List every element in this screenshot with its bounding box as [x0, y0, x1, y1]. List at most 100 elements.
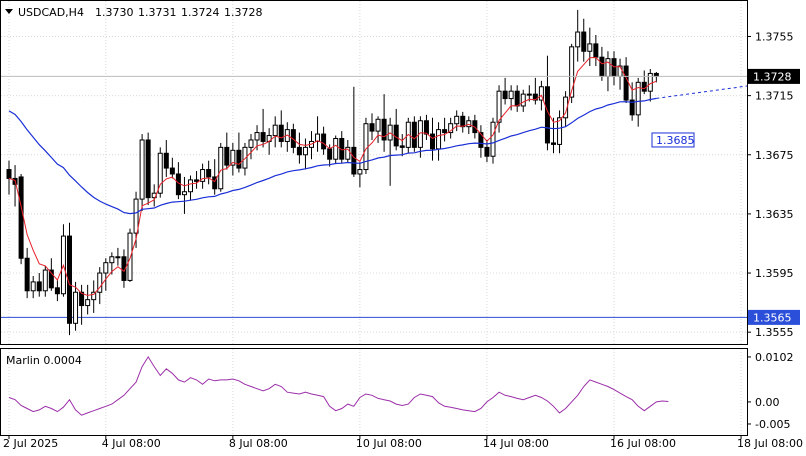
candle-body [260, 132, 266, 142]
ma-value-label[interactable]: 1.3685 [651, 132, 695, 148]
candle-body [133, 198, 139, 234]
candle-body [526, 93, 532, 96]
ma-value-text: 1.3685 [656, 134, 695, 147]
candle-body [430, 133, 435, 150]
candle-body [623, 65, 629, 101]
time-tick-label: 4 Jul 08:00 [102, 437, 161, 450]
candle-body [73, 291, 79, 324]
ohlc-open: 1.3730 [95, 6, 134, 19]
candle-body [484, 146, 490, 157]
candle-body [188, 179, 193, 193]
ohlc-high: 1.3731 [138, 6, 177, 19]
candle-body [363, 123, 369, 171]
candle-body [514, 90, 520, 107]
time-tick-label: 18 Jul 08:00 [737, 437, 803, 450]
price-tick-label: 1.3675 [755, 149, 794, 162]
candle-body [327, 148, 333, 160]
time-tick-label: 10 Jul 08:00 [356, 437, 422, 450]
candle-body [599, 56, 605, 77]
candle-body [496, 90, 502, 123]
level-price-text: 1.3565 [753, 311, 792, 324]
time-tick-label: 2 Jul 2025 [3, 437, 58, 450]
indicator-pane[interactable] [0, 348, 748, 436]
candle-body [163, 152, 169, 169]
candle-body [399, 145, 405, 148]
candle [157, 147, 163, 198]
candle-body [375, 118, 381, 132]
candle-body [611, 58, 617, 77]
candle-body [587, 43, 593, 52]
candle-body [6, 169, 12, 179]
candle-body [115, 256, 121, 259]
candle-body [466, 120, 472, 128]
candle-body [593, 43, 599, 58]
candle-body [278, 124, 284, 142]
candle-body [194, 179, 200, 182]
price-chart-window[interactable]: 1.3685 USDCAD,H4 1.3730 1.3731 1.3724 1.… [0, 0, 806, 456]
candle-body [333, 137, 339, 160]
level-price-tag: 1.3565 [748, 309, 800, 325]
candle-body [321, 133, 327, 150]
candle-body [411, 121, 417, 148]
candle-body [224, 146, 230, 166]
candle-body [581, 31, 587, 52]
candle-body [575, 31, 581, 48]
candle-body [296, 146, 302, 156]
candle-body [175, 173, 181, 196]
current-price-text: 1.3728 [753, 70, 792, 83]
candle-body [490, 121, 496, 157]
candle-body [24, 257, 30, 292]
candle-body [236, 149, 242, 169]
time-tick-label: 16 Jul 08:00 [610, 437, 676, 450]
candle-body [393, 124, 399, 147]
candle-body [30, 281, 36, 292]
candle [363, 117, 369, 174]
time-tick-label: 8 Jul 08:00 [229, 437, 288, 450]
candle-body [357, 169, 363, 175]
candle-body [478, 132, 484, 148]
candle-body [442, 129, 448, 134]
candle-body [605, 58, 611, 77]
candle-body [641, 81, 647, 92]
candle-body [454, 115, 460, 125]
candle-body [369, 123, 375, 132]
candle [18, 173, 24, 265]
candle-body [351, 146, 357, 175]
candle-body [145, 139, 151, 199]
price-tick-label: 1.3755 [755, 30, 794, 43]
candle-body [85, 299, 91, 307]
candle-body [169, 167, 175, 175]
candle-body [551, 142, 556, 145]
candle-body [42, 269, 48, 292]
candle-body [248, 139, 254, 148]
candle-body [109, 256, 115, 264]
price-tick-label: 1.3595 [755, 267, 794, 280]
candle-body [502, 90, 508, 100]
candle-body [18, 176, 24, 259]
price-tick-label: 1.3715 [755, 90, 794, 103]
candle-body [181, 191, 187, 196]
candle-body [103, 262, 109, 274]
indicator-label: Marlin 0.0004 [6, 354, 82, 367]
candle-body [36, 281, 42, 292]
price-tick-label: 1.3635 [755, 208, 794, 221]
candle-body [206, 169, 212, 178]
candle-body [508, 90, 514, 100]
ohlc-close: 1.3728 [224, 6, 263, 19]
candle-body [423, 120, 429, 135]
indicator-tick-label: 0.0102 [755, 351, 794, 364]
time-axis[interactable]: 2 Jul 2025 4 Jul 08:00 8 Jul 08:00 10 Jul 0… [3, 435, 803, 450]
candle-body [139, 139, 145, 200]
candle-body [302, 146, 308, 156]
candle-body [272, 124, 278, 137]
ohlc-low: 1.3724 [181, 6, 220, 19]
candle [139, 134, 145, 211]
candle-body [557, 117, 563, 145]
candle-body [54, 287, 60, 295]
price-tick-label: 1.3555 [755, 326, 794, 339]
main-chart-pane[interactable] [0, 0, 748, 345]
indicator-axis[interactable]: 0.0102 0.00 -0.005 [747, 351, 794, 431]
time-tick-label: 14 Jul 08:00 [483, 437, 549, 450]
indicator-tick-label: -0.005 [755, 418, 790, 431]
candle-body [436, 129, 442, 150]
